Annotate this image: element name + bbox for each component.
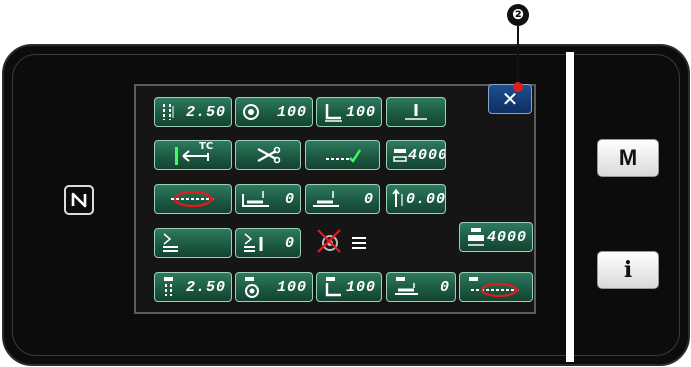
sub-presser-key[interactable]: 100 <box>316 272 382 302</box>
needle-position-icon <box>401 101 431 123</box>
callout-dot <box>513 82 523 92</box>
condensed-stitch-needle-value: 0 <box>284 234 295 252</box>
sub-feed-value: 0 <box>439 278 450 296</box>
thread-clamp-tc-label: TC <box>199 141 214 152</box>
needle-position-key[interactable] <box>386 97 446 127</box>
sub-reverse-icon <box>465 274 527 300</box>
feed-adjust-value-2: 0 <box>363 190 374 208</box>
sub-presser-value: 100 <box>345 278 376 296</box>
callout-leader-line <box>517 26 519 84</box>
thread-tension-value: 100 <box>276 103 307 121</box>
sub-pitch-icon <box>160 274 178 300</box>
presser-pressure-key[interactable]: 100 <box>316 97 382 127</box>
stitch-pitch-value: 2.50 <box>185 103 226 121</box>
presser-foot-icon <box>322 101 344 123</box>
max-speed-value: 4000 <box>408 146 446 164</box>
speed-icon <box>392 145 408 165</box>
height-adjust-icon <box>392 188 406 210</box>
sub-presser-icon <box>322 274 344 300</box>
feed-adjust-key-1[interactable]: 0 <box>235 184 301 214</box>
reverse-feed-icon <box>165 187 221 211</box>
panel-divider <box>566 52 574 362</box>
max-speed-key[interactable]: 4000 <box>386 140 446 170</box>
tension-disabled-indicator <box>308 228 380 258</box>
sub-pitch-value: 2.50 <box>185 278 226 296</box>
sub-feed-icon <box>392 274 422 300</box>
scissors-icon <box>254 145 282 165</box>
close-button[interactable]: ✕ <box>488 84 532 114</box>
condensed-stitch-key[interactable] <box>154 228 232 258</box>
thread-tension-key[interactable]: 100 <box>235 97 313 127</box>
mode-button[interactable]: M <box>597 139 659 177</box>
presser-pressure-value: 100 <box>345 103 376 121</box>
thread-clamp-key[interactable]: TC <box>154 140 232 170</box>
motor-speed-icon <box>465 225 487 249</box>
motor-speed-key[interactable]: 4000 <box>459 222 533 252</box>
sub-reverse-key[interactable] <box>459 272 533 302</box>
motor-speed-value: 4000 <box>487 228 528 246</box>
feed-adjust-icon <box>241 188 271 210</box>
stitch-pitch-icon <box>160 101 176 123</box>
condensed-stitch-needle-icon <box>241 231 267 255</box>
feed-adjust-value-1: 0 <box>284 190 295 208</box>
nfc-icon <box>64 185 94 215</box>
stitch-check-key[interactable] <box>305 140 380 170</box>
stitch-check-icon <box>323 145 363 165</box>
sub-pitch-key[interactable]: 2.50 <box>154 272 232 302</box>
tension-disabled-icon <box>314 226 374 260</box>
information-button[interactable]: i <box>597 251 659 289</box>
condensed-stitch-icon <box>160 231 182 255</box>
sub-tension-key[interactable]: 100 <box>235 272 313 302</box>
thread-tension-icon <box>241 102 261 122</box>
callout-number: ❷ <box>507 4 529 26</box>
sub-tension-value: 100 <box>276 278 307 296</box>
height-adjust-value: 0.00 <box>406 190 446 208</box>
condensed-stitch-needle-key[interactable]: 0 <box>235 228 301 258</box>
sub-tension-icon <box>241 274 263 300</box>
sub-feed-key[interactable]: 0 <box>386 272 456 302</box>
feed-adjust-key-2[interactable]: 0 <box>305 184 380 214</box>
reverse-feed-key[interactable] <box>154 184 232 214</box>
thread-trim-key[interactable] <box>235 140 301 170</box>
height-adjust-key[interactable]: 0.00 <box>386 184 446 214</box>
stitch-pitch-key[interactable]: 2.50 <box>154 97 232 127</box>
feed-adjust-2-icon <box>311 188 341 210</box>
